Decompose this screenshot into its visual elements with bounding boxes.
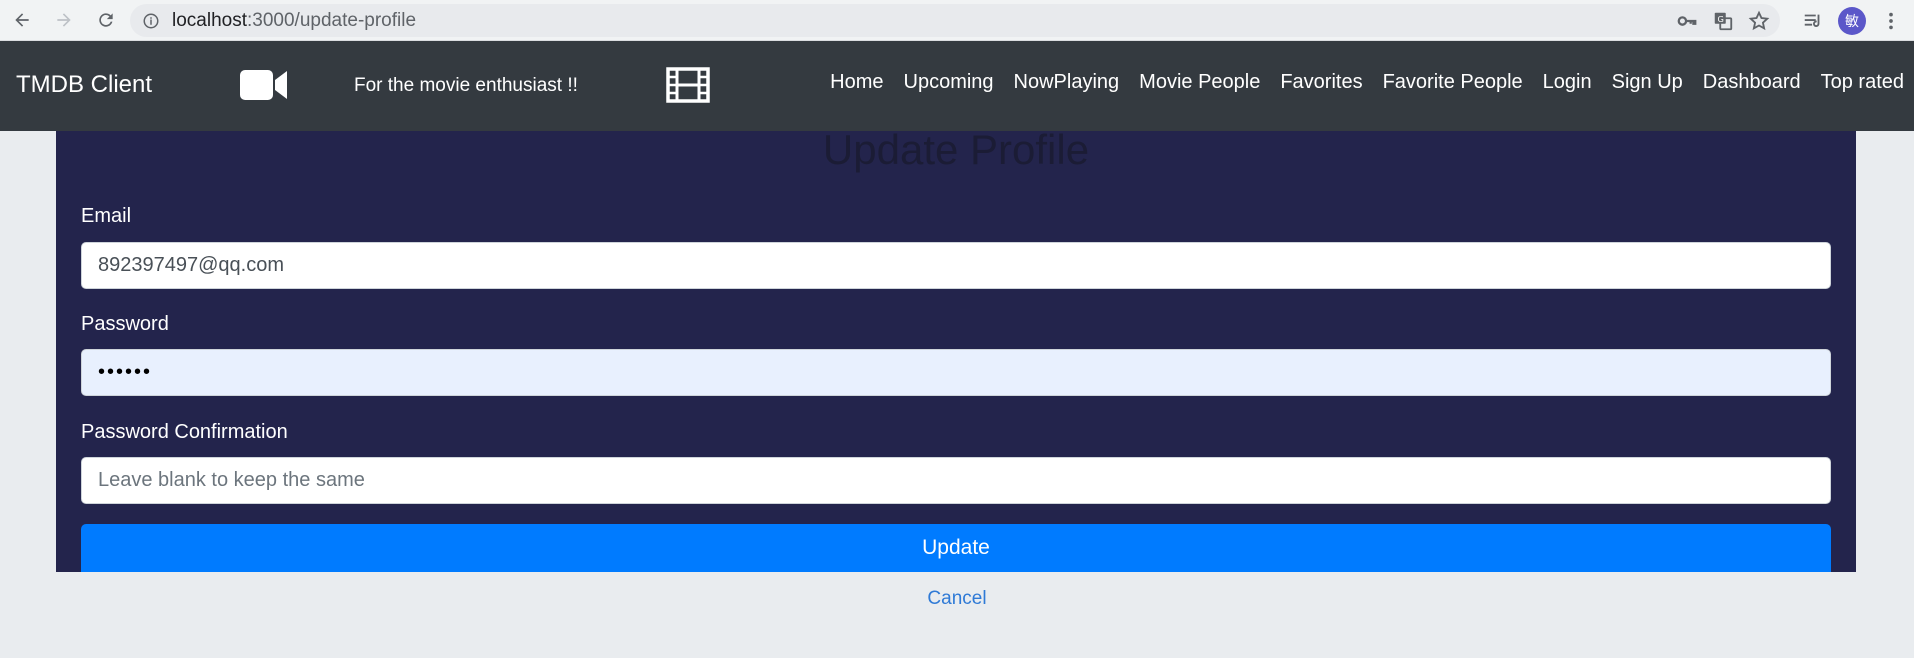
email-label: Email <box>81 205 132 227</box>
key-icon[interactable] <box>1676 10 1698 32</box>
translate-icon[interactable]: G <box>1712 10 1734 32</box>
film-strip-icon <box>666 67 710 108</box>
email-field[interactable]: 892397497@qq.com <box>81 242 1831 289</box>
nav-movie-people[interactable]: Movie People <box>1129 71 1270 94</box>
info-icon[interactable] <box>142 12 160 30</box>
update-profile-form: Update Profile Email 892397497@qq.com Pa… <box>56 126 1856 572</box>
nav-favorites[interactable]: Favorites <box>1270 71 1372 94</box>
video-camera-icon <box>240 69 288 106</box>
reading-list-icon[interactable] <box>1802 10 1824 32</box>
more-menu-icon[interactable] <box>1880 10 1902 32</box>
password-confirmation-label: Password Confirmation <box>81 421 288 443</box>
bookmark-star-icon[interactable] <box>1748 10 1770 32</box>
password-confirmation-field[interactable]: Leave blank to keep the same <box>81 457 1831 504</box>
url-path: :3000/update-profile <box>247 9 417 31</box>
nav-sign-up[interactable]: Sign Up <box>1602 71 1693 94</box>
nav-login[interactable]: Login <box>1533 71 1602 94</box>
arrow-right-icon <box>57 13 71 27</box>
url-host: localhost <box>172 9 247 31</box>
address-bar[interactable]: localhost:3000/update-profile G <box>130 4 1780 37</box>
back-button[interactable] <box>2 3 42 37</box>
url-text: localhost:3000/update-profile <box>172 10 416 32</box>
tagline: For the movie enthusiast !! <box>354 75 578 96</box>
cancel-link[interactable]: Cancel <box>0 588 1914 610</box>
nav-links: Home Upcoming NowPlaying Movie People Fa… <box>820 71 1914 94</box>
svg-text:G: G <box>1718 13 1724 23</box>
arrow-left-icon <box>15 13 29 27</box>
browser-toolbar: localhost:3000/update-profile G 敏 <box>0 0 1914 41</box>
nav-favorite-people[interactable]: Favorite People <box>1373 71 1533 94</box>
forward-button[interactable] <box>44 3 84 37</box>
password-label: Password <box>81 313 169 335</box>
nav-upcoming[interactable]: Upcoming <box>894 71 1004 94</box>
nav-top-rated[interactable]: Top rated <box>1811 71 1914 94</box>
password-field[interactable]: •••••• <box>81 349 1831 396</box>
brand-link[interactable]: TMDB Client <box>16 71 152 99</box>
nav-dashboard[interactable]: Dashboard <box>1693 71 1811 94</box>
app-navbar: TMDB Client For the movie enthusiast !! … <box>0 41 1914 131</box>
nav-home[interactable]: Home <box>820 71 893 94</box>
update-button[interactable]: Update <box>81 524 1831 572</box>
page-title: Update Profile <box>822 126 1090 173</box>
profile-avatar[interactable]: 敏 <box>1838 6 1866 35</box>
nav-nowplaying[interactable]: NowPlaying <box>1004 71 1130 94</box>
reload-icon <box>99 13 113 27</box>
reload-button[interactable] <box>86 3 126 37</box>
